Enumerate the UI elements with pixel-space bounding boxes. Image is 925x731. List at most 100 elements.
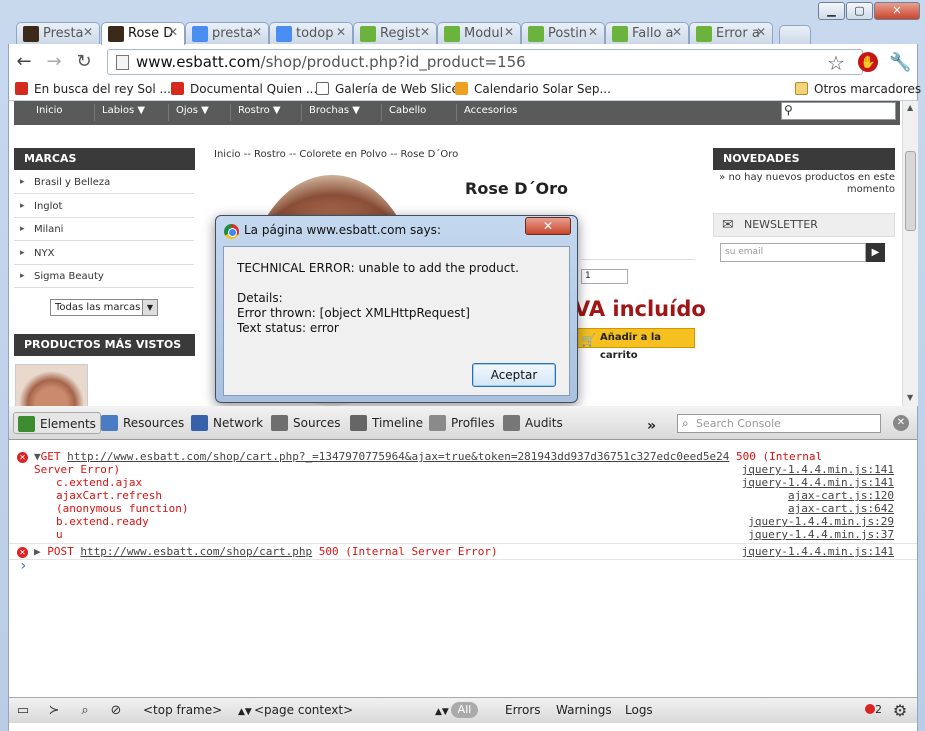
stack-source-link[interactable]: jquery-1.4.4.min.js:141 <box>742 476 894 489</box>
devtools-tab-label: Timeline <box>372 416 424 430</box>
quantity-input[interactable]: 1 <box>581 269 628 284</box>
context-select[interactable]: <page context> ▲▼ <box>254 703 449 717</box>
clear-console-icon[interactable]: ⊘ <box>107 702 125 720</box>
console-prompt[interactable]: › <box>19 559 27 573</box>
scrollbar-thumb[interactable] <box>905 151 916 231</box>
filter-all[interactable]: All <box>451 702 478 718</box>
close-icon[interactable]: ✕ <box>336 25 346 39</box>
devtools-tab-sources[interactable]: Sources <box>267 412 344 434</box>
more-tabs-button[interactable]: » <box>647 418 656 434</box>
frame-select[interactable]: <top frame> ▲▼ <box>143 703 252 717</box>
novedades-heading: NOVEDADES <box>713 148 895 170</box>
forward-arrow-icon[interactable]: → <box>43 51 65 73</box>
stack-source-link[interactable]: ajax-cart.js:642 <box>788 502 894 515</box>
minimize-button[interactable]: ▁ <box>818 2 845 20</box>
tab-todop[interactable]: todop ✕ <box>269 22 353 44</box>
filter-logs[interactable]: Logs <box>625 703 653 717</box>
close-icon[interactable]: ✕ <box>252 25 262 39</box>
site-menu-item[interactable]: Ojos ▼ <box>176 105 209 116</box>
tab-postin[interactable]: Postin ✕ <box>521 22 605 44</box>
stack-source-link[interactable]: jquery-1.4.4.min.js:37 <box>748 528 894 541</box>
post-source-link[interactable]: jquery-1.4.4.min.js:141 <box>742 545 894 558</box>
other-bookmarks[interactable]: Otros marcadores <box>795 82 921 96</box>
stack-source-link[interactable]: ajax-cart.js:120 <box>788 489 894 502</box>
stack-source-link[interactable]: jquery-1.4.4.min.js:29 <box>748 515 894 528</box>
chrome-icon <box>224 224 239 239</box>
tab-presta[interactable]: presta ✕ <box>185 22 269 44</box>
console-toggle-icon[interactable]: ≻ <box>45 702 63 720</box>
maximize-button[interactable]: ▢ <box>846 2 873 20</box>
add-to-cart-button[interactable]: 🛒 Añadir a la carrito <box>575 328 695 361</box>
close-icon[interactable]: ✕ <box>672 25 682 39</box>
tab-fallo-a[interactable]: Fallo a ✕ <box>605 22 689 44</box>
tab-presta[interactable]: Presta ✕ <box>16 22 100 44</box>
star-icon[interactable]: ☆ <box>825 52 847 74</box>
window-close-button[interactable]: ✕ <box>874 2 920 20</box>
site-menu-item[interactable]: Cabello <box>389 105 426 116</box>
reload-icon[interactable]: ↻ <box>73 51 95 73</box>
marca-item[interactable]: Brasil y Belleza <box>14 171 194 194</box>
bookmark-item[interactable]: En busca del rey Sol ... <box>15 82 171 96</box>
get-source-link[interactable]: jquery-1.4.4.min.js:141 <box>742 463 894 476</box>
devtools-tab-timeline[interactable]: Timeline <box>346 412 427 434</box>
marcas-select[interactable]: Todas las marcas ▼ <box>50 299 158 316</box>
close-icon[interactable]: ✕ <box>83 25 93 39</box>
filter-warnings[interactable]: Warnings <box>556 703 612 717</box>
site-menu-item[interactable]: Rostro ▼ <box>238 105 281 116</box>
devtools-tab-audits[interactable]: Audits <box>499 412 567 434</box>
close-icon[interactable]: ✕ <box>756 25 766 39</box>
site-menu-item[interactable]: Brochas ▼ <box>309 105 360 116</box>
newsletter-submit-button[interactable]: ▶ <box>866 243 885 262</box>
scroll-down-icon[interactable]: ▼ <box>907 393 913 402</box>
dock-icon[interactable]: ▭ <box>14 702 32 720</box>
site-menu-item[interactable]: Inicio <box>36 105 62 116</box>
clear-search-icon[interactable]: ✕ <box>893 415 909 431</box>
dialog-close-button[interactable]: ✕ <box>525 217 571 235</box>
adblock-icon[interactable]: ✋ <box>858 52 878 72</box>
close-icon[interactable]: ✕ <box>588 25 598 39</box>
page-scrollbar[interactable]: ▲ ▼ <box>902 101 918 406</box>
inspect-search-icon[interactable]: ⌕ <box>76 702 94 720</box>
bookmark-item[interactable]: Galería de Web Slice <box>316 82 459 96</box>
console-get-line[interactable]: ▼GET http://www.esbatt.com/shop/cart.php… <box>34 450 822 463</box>
devtools-tab-elements[interactable]: Elements <box>13 412 101 434</box>
address-bar[interactable]: www.esbatt.com/shop/product.php?id_produ… <box>107 49 863 75</box>
scroll-up-icon[interactable]: ▲ <box>907 103 913 112</box>
close-icon[interactable]: ✕ <box>168 25 178 39</box>
tab-rose-d[interactable]: Rose D ✕ <box>101 22 185 45</box>
error-count[interactable]: 2 <box>865 703 882 716</box>
post-url-link[interactable]: http://www.esbatt.com/shop/cart.php <box>80 545 312 558</box>
marca-item[interactable]: Sigma Beauty <box>14 265 194 288</box>
close-icon[interactable]: ✕ <box>420 25 430 39</box>
bookmark-item[interactable]: Calendario Solar Sep... <box>455 82 611 96</box>
marca-item[interactable]: Milani <box>14 218 194 241</box>
site-menu-item[interactable]: Labios ▼ <box>102 105 145 116</box>
new-tab-button[interactable] <box>779 25 811 44</box>
back-arrow-icon[interactable]: ← <box>13 51 35 73</box>
bookmark-item[interactable]: Documental Quien ... <box>171 82 317 96</box>
devtools-tab-profiles[interactable]: Profiles <box>425 412 499 434</box>
expanded-triangle-icon: ▼ <box>34 450 41 463</box>
tab-regist[interactable]: Regist ✕ <box>353 22 437 44</box>
devtools-tab-resources[interactable]: Resources <box>97 412 188 434</box>
tab-modul[interactable]: Modul ✕ <box>437 22 521 44</box>
close-icon[interactable]: ✕ <box>504 25 514 39</box>
tab-error-a[interactable]: Error a ✕ <box>689 22 773 44</box>
console-search-input[interactable]: Search Console <box>677 414 881 433</box>
get-url-link[interactable]: http://www.esbatt.com/shop/cart.php?_=13… <box>67 450 729 463</box>
product-thumbnail[interactable] <box>15 364 88 406</box>
wrench-icon[interactable]: 🔧 <box>889 52 911 74</box>
devtools-tab-network[interactable]: Network <box>187 412 267 434</box>
marca-item[interactable]: NYX <box>14 242 194 265</box>
stack-frame: u <box>56 528 63 541</box>
newsletter-email-input[interactable]: su email <box>720 243 866 262</box>
marca-item[interactable]: Inglot <box>14 195 194 218</box>
site-menu-item[interactable]: Accesorios <box>464 105 517 116</box>
site-search-input[interactable]: ⚲ <box>781 102 896 120</box>
gear-icon[interactable]: ⚙ <box>891 702 909 720</box>
console-post-line[interactable]: ▶ POST http://www.esbatt.com/shop/cart.p… <box>34 545 498 558</box>
accept-button[interactable]: Aceptar <box>472 363 556 387</box>
filter-errors[interactable]: Errors <box>505 703 541 717</box>
folder-icon <box>795 82 808 95</box>
devtools-tab-label: Resources <box>123 416 185 430</box>
